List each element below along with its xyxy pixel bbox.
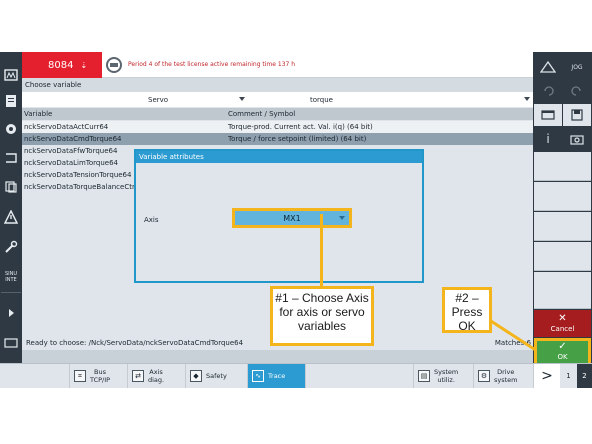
info-icon[interactable]: i [534,128,562,150]
cancel-button[interactable]: ✕ Cancel [534,310,591,337]
column-header-comment: Comment / Symbol [228,110,296,118]
softkey-empty-3[interactable] [534,212,591,241]
softkey-empty-5[interactable] [534,272,591,309]
license-icon [106,57,122,73]
variable-cell: nckServoDataLimTorque64 [24,159,118,167]
variable-cell: nckServoDataTensionTorque64 [24,171,132,179]
parameter-icon[interactable] [2,147,20,169]
redo-icon[interactable] [563,80,591,102]
status-text: Ready to choose: /Nck/ServoData/nckServo… [26,339,244,347]
chevron-down-icon [239,97,245,101]
window-toggle-icon[interactable] [2,332,20,354]
system-utilization-icon: ▤ [418,370,430,382]
softkey-label: Trace [268,372,286,380]
table-row-selected[interactable]: nckServoDataCmdTorque64 Torque / force s… [22,133,533,145]
trace-icon: ∿ [252,370,264,382]
bottom-softkey-bar: ⌗ Bus TCP/IP ⇄ Axis diag. ◆ Safety ∿ Tra… [0,363,592,388]
tool-icon[interactable] [2,118,20,140]
chevron-down-icon [524,97,530,101]
variable-attributes-dialog: Variable attributes Axis MX1 [134,149,424,283]
drive-system-icon: ⚙ [478,370,490,382]
close-icon: ✕ [558,313,567,324]
save-icon[interactable] [563,104,591,126]
safety-softkey[interactable]: ◆ Safety [186,364,248,388]
softkey-label: Bus TCP/IP [90,368,111,384]
comment-cell: Torque-prod. Current act. Val. i(q) (64 … [228,123,373,131]
bus-tcpip-softkey[interactable]: ⌗ Bus TCP/IP [70,364,128,388]
axis-select[interactable]: MX1 [235,211,349,225]
undo-icon[interactable] [534,80,562,102]
softkey-label: Axis diag. [148,368,165,384]
chevron-down-icon [339,216,345,220]
axis-highlight-box: MX1 [232,208,352,228]
jog-icon[interactable]: JOG [563,56,591,78]
table-row[interactable]: nckServoDataActCurr64 Torque-prod. Curre… [22,121,533,133]
bus-icon: ⌗ [74,370,86,382]
alarm-number: 8084 [48,59,74,71]
next-page-button[interactable]: > [534,364,560,388]
type-filter-value: torque [310,95,333,104]
area-filter-value: Servo [148,95,169,104]
axis-diagnostics-icon: ⇄ [132,370,144,382]
dialog-title: Variable attributes [136,151,422,163]
program-manager-icon[interactable] [2,176,20,198]
machine-icon[interactable] [2,64,20,86]
window-title: Choose variable [22,78,533,92]
alarm-triangle-icon[interactable] [534,56,562,78]
divider [1,292,21,293]
left-navigation-bar: SINU INTE [0,52,22,387]
softkey-empty-bottom-1[interactable] [22,364,70,388]
program-icon[interactable] [2,90,20,112]
axis-value: MX1 [283,213,301,223]
startup-icon[interactable] [2,236,20,258]
variable-cell: nckServoDataCmdTorque64 [24,135,122,143]
right-softkey-panel: JOG i ✕ Cancel ✓ OK [533,52,592,388]
axis-label: Axis [144,216,159,224]
safety-icon: ◆ [190,370,202,382]
softkey-label: Safety [206,372,227,380]
info-label: i [546,132,550,146]
variable-cell: nckServoDataFfwTorque64 [24,147,118,155]
scroll-strip [22,350,533,363]
page-2-button[interactable]: 2 [577,364,592,388]
comment-cell: Torque / force setpoint (limited) (64 bi… [228,135,367,143]
page-1-button[interactable]: 1 [561,364,576,388]
filter-bar: Servo torque [22,92,533,107]
trace-softkey[interactable]: ∿ Trace [248,364,306,388]
variable-cell: nckServoDataActCurr64 [24,123,109,131]
softkey-empty-bottom-2[interactable] [306,364,414,388]
area-filter-select[interactable]: Servo [80,94,248,105]
window-icon[interactable] [534,104,562,126]
camera-icon[interactable] [563,128,591,150]
variable-cell: nckServoDataTorqueBalanceCtrl6 [24,183,142,191]
axis-diag-softkey[interactable]: ⇄ Axis diag. [128,364,186,388]
softkey-empty-1[interactable] [534,152,591,181]
jog-label: JOG [571,63,583,71]
header-bar: 8084 ⇣ Period 4 of the test license acti… [22,52,533,78]
drive-system-softkey[interactable]: ⚙ Drive system [474,364,534,388]
table-header: Variable Comment / Symbol [22,108,533,120]
cancel-label: Cancel [550,325,575,333]
sinumerik-operate-icon[interactable]: SINU INTE [2,266,20,288]
screen: SINU INTE 8084 ⇣ Period 4 of the test li… [0,0,592,444]
dialog-body: Axis MX1 [136,163,422,281]
softkey-label: Drive system [494,368,518,384]
checkmark-icon: ✓ [558,341,567,352]
ok-label: OK [557,353,568,361]
callout-1-leader [320,214,323,286]
alarm-indicator[interactable]: 8084 ⇣ [22,52,102,78]
instruction-callout-2: #2 – Press OK [442,287,492,333]
system-utilization-softkey[interactable]: ▤ System utiliz. [414,364,474,388]
softkey-label: System utiliz. [434,368,459,384]
column-header-variable: Variable [24,110,53,118]
license-message: Period 4 of the test license active rema… [128,61,296,68]
type-filter-select[interactable]: torque [252,94,533,105]
instruction-callout-1: #1 – Choose Axis for axis or servo varia… [270,286,374,346]
alarm-arrow-icon: ⇣ [80,60,88,70]
softkey-empty-2[interactable] [534,182,591,211]
expand-arrow-icon[interactable] [2,302,20,324]
diagnostics-icon[interactable] [2,206,20,228]
softkey-empty-4[interactable] [534,242,591,271]
